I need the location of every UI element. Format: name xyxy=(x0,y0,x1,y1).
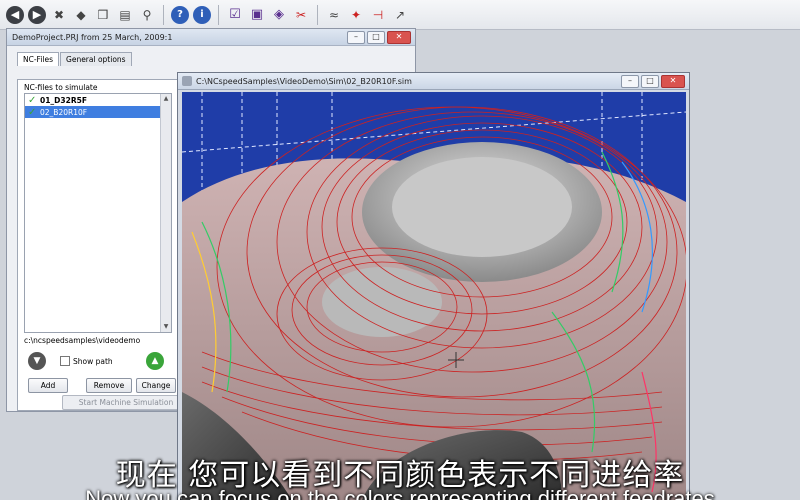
file-name: 01_D32R5F xyxy=(40,95,87,105)
change-button[interactable]: Change xyxy=(136,378,176,393)
dimension-icon[interactable]: ↗ xyxy=(391,6,409,24)
image-icon[interactable]: ▣ xyxy=(248,6,266,24)
cut-icon[interactable]: ✂ xyxy=(292,6,310,24)
wrench-icon[interactable]: ✖ xyxy=(50,6,68,24)
check-icon: ✓ xyxy=(28,106,37,118)
feed-icon[interactable]: ≈ xyxy=(325,6,343,24)
project-window-title: DemoProject.PRJ from 25 March, 2009:1 xyxy=(12,32,173,42)
axis-icon[interactable]: ⊣ xyxy=(369,6,387,24)
move-up-button[interactable]: ▲ xyxy=(146,352,164,370)
simulation-viewport[interactable] xyxy=(182,92,686,500)
back-icon[interactable]: ◀ xyxy=(6,5,24,24)
tab-bar: NC-Files General options xyxy=(7,46,415,66)
subtitle-english: Now you can focus on the colors represen… xyxy=(85,486,715,500)
simulation-window: C:\NCspeedSamples\VideoDemo\Sim\02_B20R1… xyxy=(177,72,690,500)
second-boss xyxy=(322,267,442,337)
tab-nc-files[interactable]: NC-Files xyxy=(17,52,60,66)
remove-button[interactable]: Remove xyxy=(86,378,132,393)
list-scrollbar[interactable]: ▲ ▼ xyxy=(160,94,171,332)
project-window-titlebar[interactable]: DemoProject.PRJ from 25 March, 2009:1 – … xyxy=(7,29,415,46)
check-icon: ✓ xyxy=(28,94,37,106)
cube-icon[interactable]: ◆ xyxy=(72,6,90,24)
window-controls: – □ ✕ xyxy=(621,75,685,88)
help-icon[interactable]: ? xyxy=(171,5,189,24)
scroll-down-icon[interactable]: ▼ xyxy=(161,322,171,332)
print-icon[interactable]: ▤ xyxy=(116,6,134,24)
toolbar-separator xyxy=(163,4,164,25)
show-path-checkbox[interactable] xyxy=(60,356,70,366)
simulation-render xyxy=(182,92,686,500)
toolbar-separator xyxy=(218,4,219,25)
maximize-icon[interactable]: □ xyxy=(641,75,659,88)
toolbar-separator xyxy=(317,4,318,25)
show-path-label: Show path xyxy=(73,356,113,366)
simulation-window-titlebar[interactable]: C:\NCspeedSamples\VideoDemo\Sim\02_B20R1… xyxy=(178,73,689,90)
nc-files-path: c:\ncspeedsamples\videodemo xyxy=(24,336,141,345)
list-item[interactable]: ✓ 01_D32R5F xyxy=(25,94,171,106)
add-button[interactable]: Add xyxy=(28,378,68,393)
file-name: 02_B20R10F xyxy=(40,107,88,117)
list-item[interactable]: ✓ 02_B20R10F xyxy=(25,106,171,118)
tab-general-options[interactable]: General options xyxy=(60,52,132,66)
show-path-option[interactable]: Show path xyxy=(60,356,113,366)
main-toolbar: ◀ ▶ ✖ ◆ ❒ ▤ ⚲ ? i ☑ ▣ ◈ ✂ ≈ ✦ ⊣ ↗ xyxy=(0,0,800,30)
collision-icon[interactable]: ✦ xyxy=(347,6,365,24)
minimize-icon[interactable]: – xyxy=(621,75,639,88)
move-down-button[interactable]: ▼ xyxy=(28,352,46,370)
box-icon[interactable]: ❒ xyxy=(94,6,112,24)
nc-files-group-label: NC-files to simulate xyxy=(24,83,98,92)
close-icon[interactable]: ✕ xyxy=(661,75,685,88)
start-machine-simulation-button[interactable]: Start Machine Simulation xyxy=(62,395,190,410)
minimize-icon[interactable]: – xyxy=(347,31,365,44)
close-icon[interactable]: ✕ xyxy=(387,31,411,44)
sim-window-icon xyxy=(182,76,192,86)
info-icon[interactable]: i xyxy=(193,5,211,24)
maximize-icon[interactable]: □ xyxy=(367,31,385,44)
color-icon[interactable]: ◈ xyxy=(270,6,288,24)
nc-file-list[interactable]: ✓ 01_D32R5F ✓ 02_B20R10F ▲ ▼ xyxy=(24,93,172,333)
forward-icon[interactable]: ▶ xyxy=(28,5,46,24)
simulation-window-title: C:\NCspeedSamples\VideoDemo\Sim\02_B20R1… xyxy=(196,76,412,86)
tool-icon[interactable]: ⚲ xyxy=(138,6,156,24)
window-controls: – □ ✕ xyxy=(347,31,411,44)
scroll-up-icon[interactable]: ▲ xyxy=(161,94,171,104)
checklist-icon[interactable]: ☑ xyxy=(226,6,244,24)
boss-top xyxy=(392,157,572,257)
